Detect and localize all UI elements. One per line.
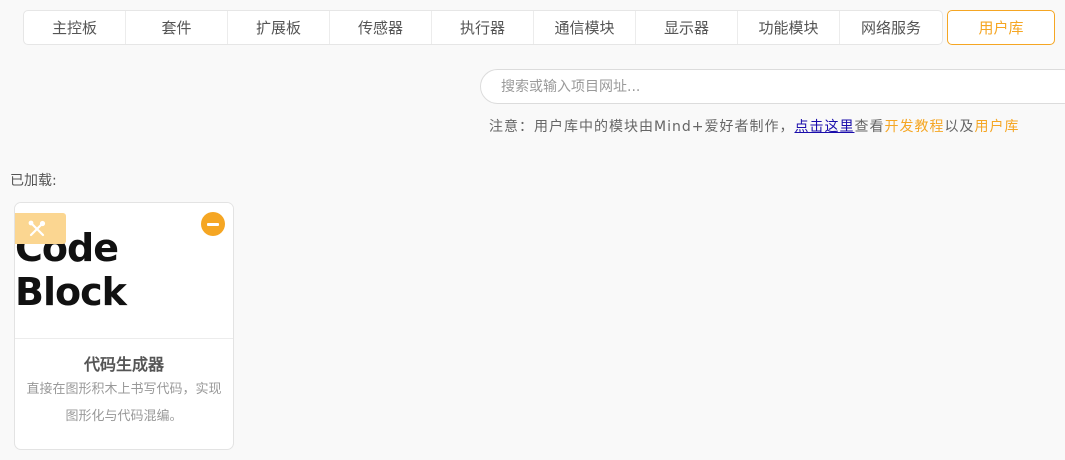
tab-user-library[interactable]: 用户库	[947, 10, 1055, 45]
extension-title: 代码生成器	[83, 355, 164, 374]
category-tab-group: 主控板 套件 扩展板 传感器 执行器 通信模块 显示器 功能模块 网络服务	[23, 10, 943, 45]
notice-and: 以及	[944, 119, 975, 135]
click-here-link[interactable]: 点击这里	[794, 119, 854, 135]
tab-communication[interactable]: 通信模块	[534, 11, 636, 44]
tab-sensor[interactable]: 传感器	[330, 11, 432, 44]
minus-circle-icon[interactable]	[201, 212, 225, 236]
tab-network-service[interactable]: 网络服务	[840, 11, 942, 44]
search-input[interactable]	[480, 69, 1065, 104]
category-tabbar: 主控板 套件 扩展板 传感器 执行器 通信模块 显示器 功能模块 网络服务 用户…	[23, 10, 1055, 45]
tutorial-link[interactable]: 开发教程	[884, 119, 944, 135]
user-library-notice: 注意：用户库中的模块由Mind+爱好者制作，点击这里查看开发教程以及用户库	[489, 116, 1019, 136]
tab-expansion-board[interactable]: 扩展板	[228, 11, 330, 44]
tab-main-board[interactable]: 主控板	[24, 11, 126, 44]
user-library-link[interactable]: 用户库	[974, 119, 1019, 135]
tab-function-module[interactable]: 功能模块	[738, 11, 840, 44]
tab-actuator[interactable]: 执行器	[432, 11, 534, 44]
notice-prefix: 注意：用户库中的模块由Mind+爱好者制作，	[489, 119, 795, 135]
extension-library-page: 主控板 套件 扩展板 传感器 执行器 通信模块 显示器 功能模块 网络服务 用户…	[0, 0, 1065, 460]
loaded-section-label: 已加载:	[10, 173, 57, 189]
extension-card[interactable]: Code Block 代码生成器 直接在图形积木上书写代码，实现图形化与代码混编…	[14, 202, 234, 450]
notice-middle: 查看	[854, 119, 885, 135]
extension-description: 直接在图形积木上书写代码，实现图形化与代码混编。	[26, 382, 222, 424]
tab-kit[interactable]: 套件	[126, 11, 228, 44]
tab-display[interactable]: 显示器	[636, 11, 738, 44]
tools-icon	[15, 213, 66, 244]
